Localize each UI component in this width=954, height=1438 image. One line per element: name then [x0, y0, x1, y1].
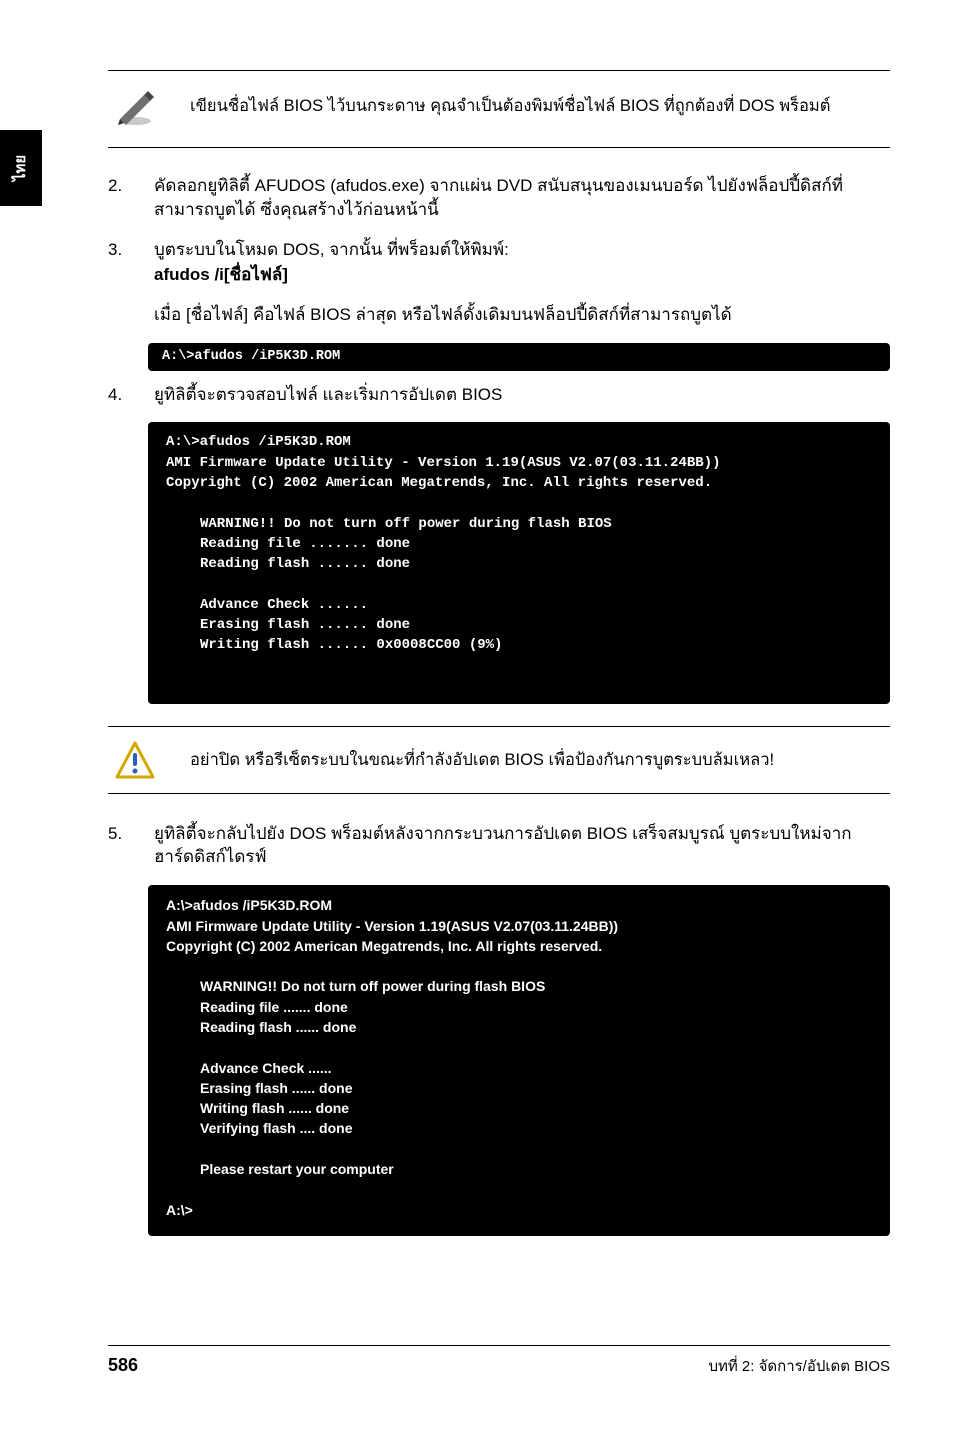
step-text: บูตระบบในโหมด DOS, จากนั้น ที่พร็อมต์ให้… — [154, 238, 890, 262]
alert-text: อย่าปิด หรือรีเซ็ตระบบในขณะที่กำลังอัปเด… — [190, 749, 890, 771]
step-number: 5. — [108, 822, 128, 872]
terminal-output: A:\>afudos /iP5K3D.ROM — [148, 343, 890, 371]
alert-icon — [108, 741, 162, 781]
terminal-output: A:\>afudos /iP5K3D.ROM AMI Firmware Upda… — [148, 885, 890, 1236]
step-3: 3. บูตระบบในโหมด DOS, จากนั้น ที่พร็อมต์… — [108, 238, 890, 329]
step-5: 5. ยูทิลิตี้จะกลับไปยัง DOS พร็อมต์หลังจ… — [108, 822, 890, 872]
alert-rule — [108, 726, 890, 727]
page-footer: 586 บทที่ 2: จัดการ/อัปเดต BIOS — [108, 1335, 890, 1378]
step-number: 4. — [108, 383, 128, 409]
step-text: เมื่อ [ชื่อไฟล์] คือไฟล์ BIOS ล่าสุด หรื… — [154, 303, 890, 327]
note-block: เขียนชื่อไฟล์ BIOS ไว้บนกระดาษ คุณจำเป็น… — [108, 85, 890, 139]
alert-block: อย่าปิด หรือรีเซ็ตระบบในขณะที่กำลังอัปเด… — [108, 741, 890, 781]
note-rule — [108, 147, 890, 148]
step-text: ยูทิลิตี้จะตรวจสอบไฟล์ และเริ่มการอัปเดต… — [154, 383, 890, 407]
note-rule — [108, 70, 890, 71]
note-text: เขียนชื่อไฟล์ BIOS ไว้บนกระดาษ คุณจำเป็น… — [190, 95, 890, 117]
step-number: 2. — [108, 174, 128, 224]
alert-rule — [108, 793, 890, 794]
step-text: คัดลอกยูทิลิตี้ AFUDOS (afudos.exe) จากแ… — [154, 174, 890, 222]
terminal-output: A:\>afudos /iP5K3D.ROM AMI Firmware Upda… — [148, 422, 890, 703]
pencil-icon — [108, 85, 162, 127]
command-text: afudos /i[ชื่อไฟล์] — [154, 263, 890, 287]
page-number: 586 — [108, 1355, 138, 1376]
step-4: 4. ยูทิลิตี้จะตรวจสอบไฟล์ และเริ่มการอัป… — [108, 383, 890, 409]
step-2: 2. คัดลอกยูทิลิตี้ AFUDOS (afudos.exe) จ… — [108, 174, 890, 224]
step-text: ยูทิลิตี้จะกลับไปยัง DOS พร็อมต์หลังจากก… — [154, 822, 890, 870]
side-tab-language: ไทย — [0, 130, 42, 206]
footer-rule — [108, 1345, 890, 1346]
chapter-title: บทที่ 2: จัดการ/อัปเดต BIOS — [708, 1354, 890, 1378]
step-number: 3. — [108, 238, 128, 329]
